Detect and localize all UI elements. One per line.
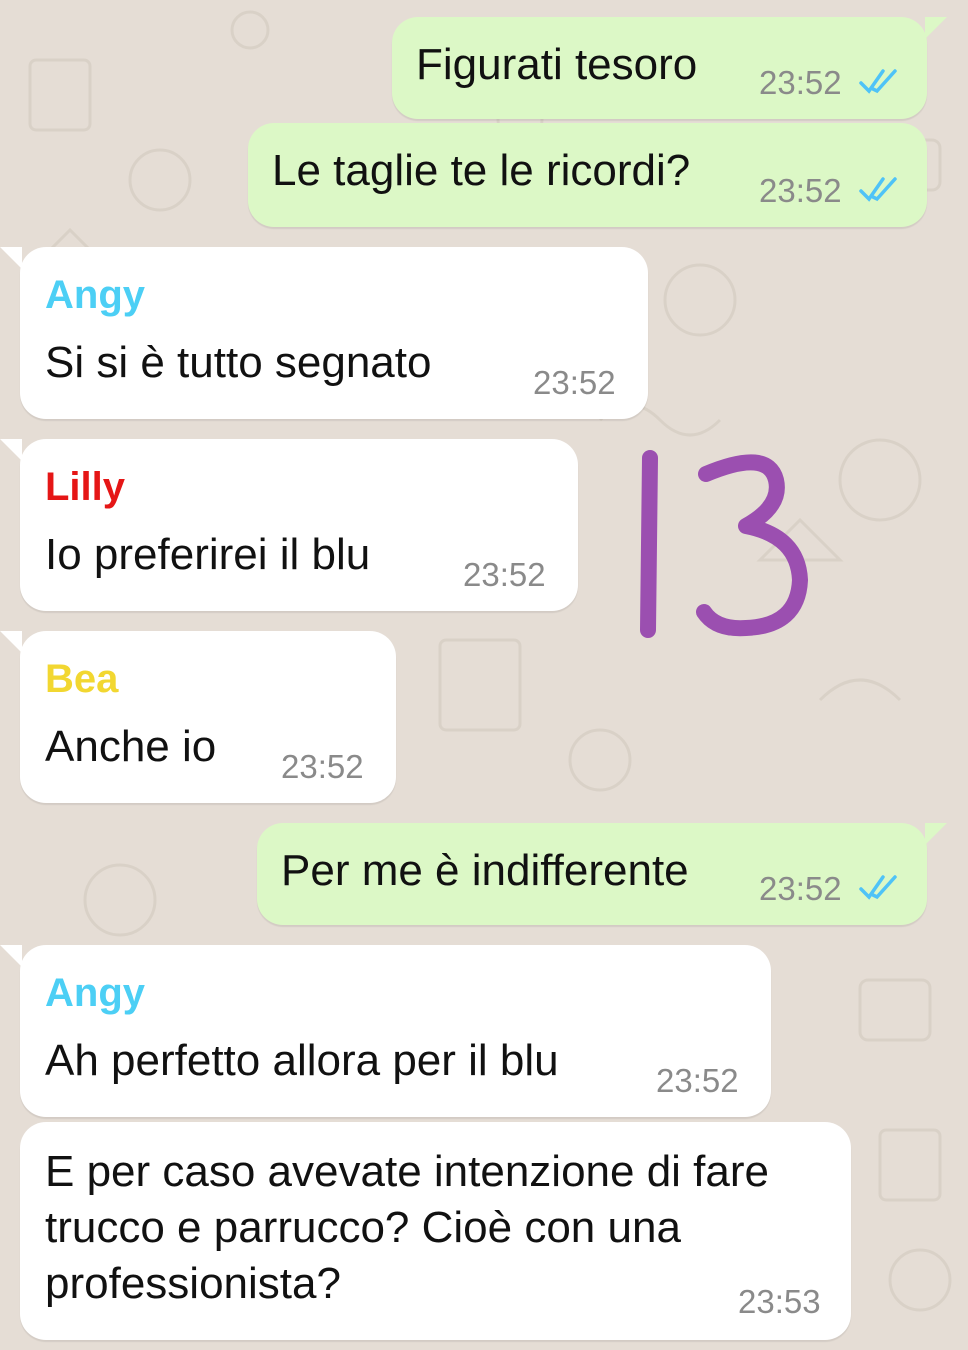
message-text: Ah perfetto allora per il blu bbox=[45, 1036, 559, 1085]
message-text: Anche io bbox=[45, 722, 217, 771]
bubble-tail bbox=[925, 823, 947, 845]
message-bubble-outgoing[interactable]: Le taglie te le ricordi? 23:52 bbox=[248, 123, 927, 227]
message-bubble-incoming[interactable]: Bea Anche io 23:52 bbox=[0, 631, 396, 803]
message-time: 23:53 bbox=[738, 1283, 821, 1320]
double-check-read-icon bbox=[859, 177, 897, 202]
message-bubble-incoming[interactable]: Lilly Io preferirei il blu 23:52 bbox=[0, 439, 578, 611]
handwritten-number-annotation bbox=[640, 450, 808, 638]
sender-name[interactable]: Bea bbox=[45, 655, 118, 703]
message-text: Io preferirei il blu bbox=[45, 530, 371, 579]
bubble-tail bbox=[925, 17, 947, 39]
bubble-tail bbox=[0, 439, 22, 461]
message-time: 23:52 bbox=[759, 172, 842, 209]
message-text: Figurati tesoro bbox=[416, 40, 698, 89]
message-time: 23:52 bbox=[281, 748, 364, 785]
sender-name[interactable]: Angy bbox=[45, 969, 145, 1017]
message-time: 23:52 bbox=[533, 364, 616, 401]
bubble-tail bbox=[0, 631, 22, 653]
double-check-read-icon bbox=[859, 69, 897, 94]
double-check-read-icon bbox=[859, 875, 897, 900]
message-text: Si si è tutto segnato bbox=[45, 338, 432, 387]
bubble-tail bbox=[0, 945, 22, 967]
message-bubble-incoming[interactable]: Angy Ah perfetto allora per il blu 23:52 bbox=[0, 945, 771, 1117]
bubble-tail bbox=[0, 247, 22, 269]
message-text-line: trucco e parrucco? Cioè con una bbox=[45, 1203, 681, 1252]
message-time: 23:52 bbox=[759, 870, 842, 907]
message-bubble-outgoing[interactable]: Figurati tesoro 23:52 bbox=[392, 17, 947, 119]
message-bubble-incoming[interactable]: E per caso avevate intenzione di fare tr… bbox=[20, 1122, 851, 1340]
sender-name[interactable]: Angy bbox=[45, 271, 145, 319]
message-time: 23:52 bbox=[656, 1062, 739, 1099]
message-text: Le taglie te le ricordi? bbox=[272, 146, 691, 195]
message-text-line: E per caso avevate intenzione di fare bbox=[45, 1147, 770, 1196]
message-time: 23:52 bbox=[463, 556, 546, 593]
message-time: 23:52 bbox=[759, 64, 842, 101]
message-bubble-outgoing[interactable]: Per me è indifferente 23:52 bbox=[257, 823, 947, 925]
message-text: Per me è indifferente bbox=[281, 846, 689, 895]
sender-name[interactable]: Lilly bbox=[45, 463, 125, 511]
message-bubble-incoming[interactable]: Angy Si si è tutto segnato 23:52 bbox=[0, 247, 648, 419]
message-text-line: professionista? bbox=[45, 1259, 341, 1308]
